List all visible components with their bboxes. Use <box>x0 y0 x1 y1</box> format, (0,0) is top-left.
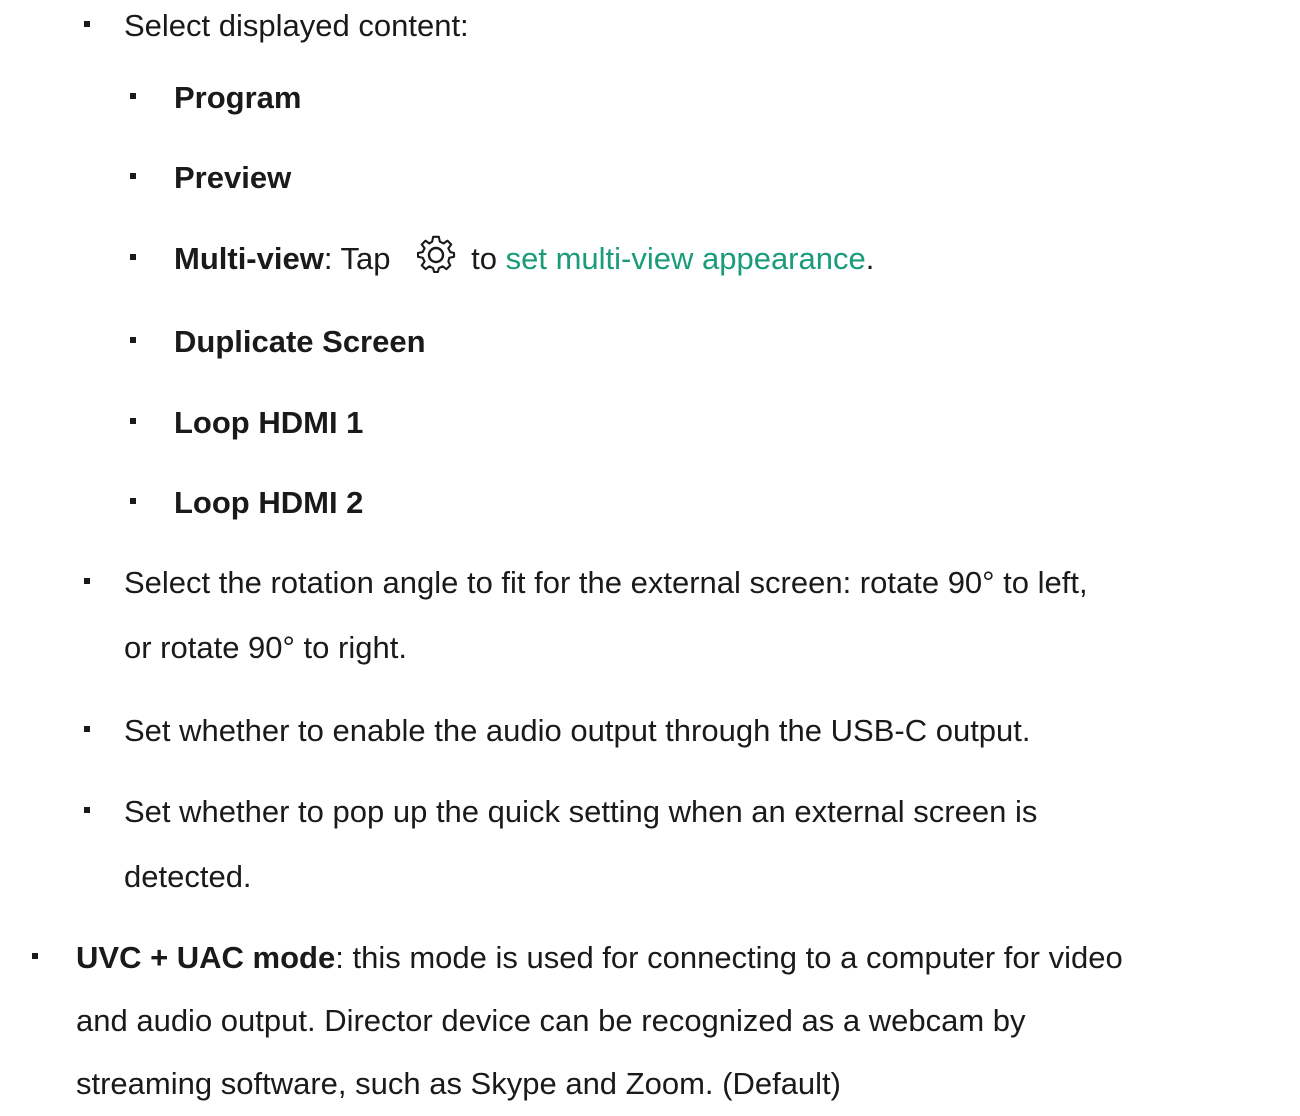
list-item-preview: Preview <box>0 152 1300 217</box>
list-item-multiview: Multi-view: Tap to set multi-view appear… <box>0 233 1300 298</box>
option-label: Duplicate Screen <box>174 324 426 359</box>
list-item-program: Program <box>0 72 1300 137</box>
uvc-label: UVC + UAC mode <box>76 940 336 975</box>
uvc-line-3: streaming software, such as Skype and Zo… <box>76 1066 841 1101</box>
bullet <box>84 807 90 813</box>
popup-line-2: detected. <box>124 859 252 894</box>
uvc-line-1: UVC + UAC mode: this mode is used for co… <box>76 925 1123 990</box>
bullet <box>130 93 136 99</box>
bullet <box>130 173 136 179</box>
bullet <box>84 578 90 584</box>
bullet <box>130 254 136 260</box>
gear-icon <box>417 232 457 274</box>
option-end: . <box>865 241 875 276</box>
option-label: Loop HDMI 2 <box>174 485 364 520</box>
list-item-duplicate-screen: Duplicate Screen <box>0 316 1300 381</box>
option-label: Loop HDMI 1 <box>174 405 364 440</box>
rotation-line-1: Select the rotation angle to fit for the… <box>124 565 1088 600</box>
bullet <box>130 498 136 504</box>
option-connector: to <box>471 241 497 276</box>
uvc-line-2: and audio output. Director device can be… <box>76 1003 1026 1038</box>
rotation-line-2: or rotate 90° to right. <box>124 630 407 665</box>
list-item-rotation: Select the rotation angle to fit for the… <box>0 557 1300 687</box>
document: Select displayed content: Program Previe… <box>0 0 1300 1104</box>
popup-line-1: Set whether to pop up the quick setting … <box>124 794 1038 829</box>
option-label: Program <box>174 80 302 115</box>
bullet <box>130 337 136 343</box>
multiview-text: Multi-view: Tap to set multi-view appear… <box>174 226 874 291</box>
bullet <box>84 726 90 732</box>
list-item-popup: Set whether to pop up the quick setting … <box>0 786 1300 916</box>
multiview-appearance-link[interactable]: set multi-view appearance <box>506 241 866 276</box>
list-item-loop-hdmi-1: Loop HDMI 1 <box>0 397 1300 462</box>
uvc-line-1-rest: : this mode is used for connecting to a … <box>335 940 1123 975</box>
list-item-text: Select displayed content: <box>124 8 469 43</box>
audio-text: Set whether to enable the audio output t… <box>124 713 1031 748</box>
bullet <box>84 21 90 27</box>
option-label: Preview <box>174 160 292 195</box>
list-item-uvc-uac-mode: UVC + UAC mode: this mode is used for co… <box>0 932 1300 1104</box>
list-item-select-content: Select displayed content: <box>0 0 1300 65</box>
option-separator: : Tap <box>323 241 391 276</box>
bullet <box>130 418 136 424</box>
bullet <box>32 953 38 959</box>
option-label: Multi-view <box>174 241 324 276</box>
list-item-loop-hdmi-2: Loop HDMI 2 <box>0 477 1300 542</box>
list-item-audio: Set whether to enable the audio output t… <box>0 705 1300 770</box>
